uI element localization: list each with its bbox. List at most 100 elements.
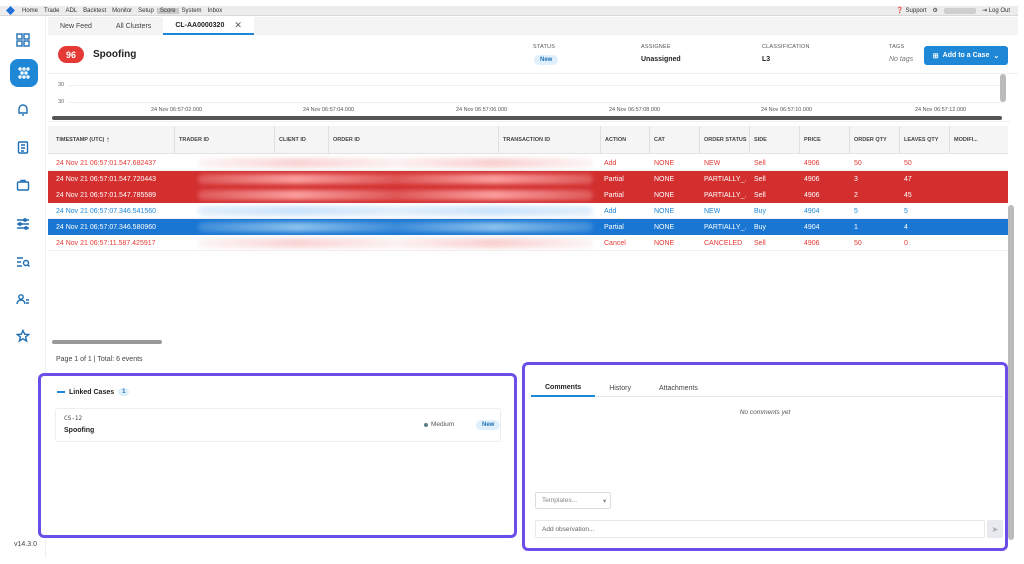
dashboard-icon[interactable] bbox=[12, 29, 34, 51]
col-timestamp[interactable]: TIMESTAMP (UTC) ↑ bbox=[52, 126, 174, 154]
cell-status: NEW bbox=[704, 207, 721, 215]
col-price[interactable]: PRICE bbox=[799, 126, 849, 154]
timeline-tick: 24 Nov 06:57:08.000 bbox=[609, 107, 661, 113]
top-menu-bar: Home Trade ADL Backtest Monitor Setup Sc… bbox=[0, 6, 1018, 16]
templates-select[interactable]: Templates... ▾ bbox=[535, 492, 611, 509]
cell-leaves: 45 bbox=[904, 191, 912, 199]
sliders-icon[interactable] bbox=[12, 213, 34, 235]
timeline-chart: 30 30 24 Nov 06:57:02.000 24 Nov 06:57:0… bbox=[48, 74, 1010, 122]
users-icon[interactable] bbox=[12, 288, 34, 310]
tab-new-feed[interactable]: New Feed bbox=[48, 17, 104, 35]
timeline-vertical-scrollbar[interactable] bbox=[1000, 74, 1006, 102]
pagination-summary: Page 1 of 1 | Total: 6 events bbox=[56, 356, 143, 363]
briefcase-icon[interactable] bbox=[12, 174, 34, 196]
tab-history[interactable]: History bbox=[595, 379, 645, 397]
menu-setup[interactable]: Setup bbox=[135, 8, 157, 14]
star-icon[interactable] bbox=[12, 325, 34, 347]
redacted-ids bbox=[198, 206, 593, 216]
assignee-value[interactable]: Unassigned bbox=[641, 56, 681, 63]
send-icon[interactable]: ➤ bbox=[987, 520, 1003, 538]
user-name-redacted bbox=[943, 7, 976, 14]
timeline-scrollbar[interactable] bbox=[52, 116, 1002, 120]
score-badge: 96 bbox=[58, 46, 84, 63]
col-modified[interactable]: MODIFI... bbox=[949, 126, 1008, 154]
col-order-qty[interactable]: ORDER QTY bbox=[849, 126, 899, 154]
menu-backtest[interactable]: Backtest bbox=[80, 8, 109, 14]
redacted-ids bbox=[198, 158, 593, 168]
col-order-id[interactable]: ORDER ID bbox=[328, 126, 498, 154]
table-row[interactable]: 24 Nov 21 06:57:01.547.785589 Partial NO… bbox=[48, 187, 1008, 203]
table-row[interactable]: 24 Nov 21 06:57:07.346.541560 Add NONE N… bbox=[48, 203, 1008, 219]
cell-price: 4904 bbox=[804, 223, 820, 231]
cell-cat: NONE bbox=[654, 175, 675, 183]
cell-leaves: 47 bbox=[904, 175, 912, 183]
table-row[interactable]: 24 Nov 21 06:57:01.547.720443 Partial NO… bbox=[48, 171, 1008, 187]
menu-inbox[interactable]: Inbox bbox=[205, 8, 226, 14]
clusters-icon[interactable] bbox=[10, 59, 38, 87]
table-row[interactable]: 24 Nov 21 06:57:11.587.425917 Cancel NON… bbox=[48, 235, 1008, 251]
cell-leaves: 0 bbox=[904, 239, 908, 247]
table-row[interactable]: 24 Nov 21 06:57:07.346.580960 Partial NO… bbox=[48, 219, 1008, 235]
col-client-id[interactable]: CLIENT ID bbox=[274, 126, 328, 154]
support-link[interactable]: ❓ Support bbox=[896, 7, 926, 14]
cell-cat: NONE bbox=[654, 191, 675, 199]
classification-value[interactable]: L3 bbox=[762, 56, 770, 63]
menu-home[interactable]: Home bbox=[19, 8, 41, 14]
cell-side: Sell bbox=[754, 191, 766, 199]
menu-monitor[interactable]: Monitor bbox=[109, 8, 135, 14]
timeline-y-label: 30 bbox=[58, 82, 65, 88]
col-trader-id[interactable]: TRADER ID bbox=[174, 126, 274, 154]
logout-label: Log Out bbox=[988, 8, 1010, 14]
cell-status: CANCELED bbox=[704, 239, 743, 247]
menu-score[interactable]: Score bbox=[156, 7, 179, 14]
close-icon[interactable]: ✕ bbox=[234, 20, 242, 31]
linked-cases-header[interactable]: Linked Cases 1 bbox=[57, 388, 130, 396]
col-leaves-qty[interactable]: LEAVES QTY bbox=[899, 126, 949, 154]
cell-action: Partial bbox=[604, 191, 624, 199]
menu-system[interactable]: System bbox=[179, 8, 205, 14]
col-transaction-id[interactable]: TRANSACTION ID bbox=[498, 126, 598, 154]
settings-gear-icon[interactable]: ⚙ bbox=[933, 7, 938, 14]
assignee-label: ASSIGNEE bbox=[641, 44, 671, 50]
observation-input[interactable]: Add observation... bbox=[535, 520, 985, 538]
tags-value[interactable]: No tags bbox=[889, 56, 913, 63]
add-to-case-button[interactable]: ⊞ Add to a Case ⌄ bbox=[924, 46, 1008, 65]
clipboard-icon[interactable] bbox=[12, 136, 34, 158]
cell-qty: 2 bbox=[854, 191, 858, 199]
col-side[interactable]: SIDE bbox=[749, 126, 799, 154]
table-row[interactable]: 24 Nov 21 06:57:01.547.682437 Add NONE N… bbox=[48, 155, 1008, 171]
linked-case-card[interactable]: CS-12 Spoofing Medium New bbox=[55, 408, 501, 442]
case-status-badge: New bbox=[476, 420, 501, 430]
menu-adl[interactable]: ADL bbox=[62, 8, 80, 14]
observation-placeholder: Add observation... bbox=[542, 525, 595, 533]
linked-cases-panel: Linked Cases 1 CS-12 Spoofing Medium New bbox=[38, 373, 517, 538]
status-value[interactable]: New bbox=[534, 55, 559, 65]
cell-cat: NONE bbox=[654, 239, 675, 247]
cell-qty: 3 bbox=[854, 175, 858, 183]
tab-cluster[interactable]: CL-AA0000320 ✕ bbox=[163, 17, 254, 35]
col-order-status[interactable]: ORDER STATUS bbox=[699, 126, 749, 154]
menu-trade[interactable]: Trade bbox=[41, 8, 62, 14]
logout-link[interactable]: ⇥ Log Out bbox=[982, 7, 1010, 14]
bell-icon[interactable] bbox=[12, 99, 34, 121]
tab-cluster-label: CL-AA0000320 bbox=[175, 21, 225, 29]
cell-qty: 50 bbox=[854, 239, 862, 247]
timeline-tick: 24 Nov 06:57:12.000 bbox=[915, 107, 967, 113]
search-list-icon[interactable] bbox=[12, 251, 34, 273]
tab-all-clusters[interactable]: All Clusters bbox=[104, 17, 163, 35]
cell-price: 4904 bbox=[804, 207, 820, 215]
cell-timestamp: 24 Nov 21 06:57:07.346.541560 bbox=[56, 207, 157, 215]
timeline-gridline bbox=[68, 102, 1002, 103]
tab-attachments[interactable]: Attachments bbox=[645, 379, 712, 397]
cell-leaves: 4 bbox=[904, 223, 908, 231]
grid-horizontal-scrollbar[interactable] bbox=[52, 340, 162, 344]
case-id: CS-12 bbox=[64, 415, 83, 422]
col-action[interactable]: ACTION bbox=[600, 126, 649, 154]
col-cat[interactable]: CAT bbox=[649, 126, 699, 154]
cell-action: Add bbox=[604, 159, 617, 167]
status-badge: New bbox=[534, 55, 559, 65]
tab-comments[interactable]: Comments bbox=[531, 379, 596, 397]
cell-price: 4906 bbox=[804, 191, 820, 199]
cell-cat: NONE bbox=[654, 207, 675, 215]
page-vertical-scrollbar[interactable] bbox=[1008, 205, 1014, 540]
